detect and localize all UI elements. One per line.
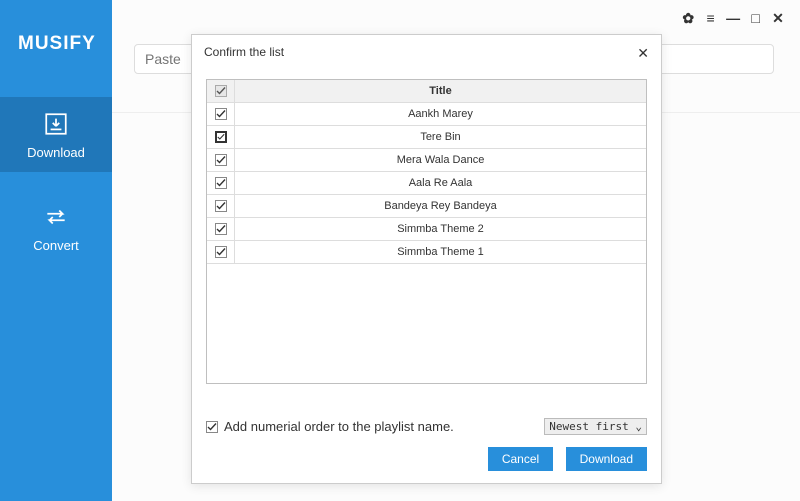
table-header-row: Title — [207, 80, 646, 103]
table-row: Bandeya Rey Bandeya — [207, 195, 646, 218]
row-checkbox[interactable] — [215, 108, 227, 120]
track-table: Title Aankh Marey Tere Bin Mera Wala Dance… — [206, 79, 647, 384]
table-row: Aala Re Aala — [207, 172, 646, 195]
select-all-checkbox[interactable] — [215, 85, 227, 97]
row-checkbox[interactable] — [215, 177, 227, 189]
sidebar-item-download[interactable]: Download — [0, 97, 112, 172]
close-window-icon[interactable]: ✕ — [770, 10, 786, 27]
chevron-down-icon: ⌄ — [635, 420, 642, 433]
dialog-footer: Add numerial order to the playlist name.… — [206, 418, 647, 435]
window-controls: ✿ ≡ — □ ✕ — [678, 10, 786, 28]
track-title: Simmba Theme 2 — [235, 223, 646, 235]
dialog-title: Confirm the list — [192, 35, 661, 62]
table-row: Aankh Marey — [207, 103, 646, 126]
sidebar: MUSIFY Download Convert — [0, 0, 112, 501]
app-logo: MUSIFY — [0, 0, 112, 55]
dialog-buttons: Cancel Download — [480, 447, 647, 471]
menu-icon[interactable]: ≡ — [703, 10, 719, 26]
settings-icon[interactable]: ✿ — [680, 10, 696, 27]
download-button[interactable]: Download — [566, 447, 647, 471]
row-checkbox[interactable] — [215, 154, 227, 166]
download-icon — [43, 111, 69, 137]
add-order-label: Add numerial order to the playlist name. — [224, 419, 454, 434]
row-checkbox[interactable] — [215, 246, 227, 258]
close-icon[interactable]: ✕ — [637, 45, 649, 62]
track-title: Tere Bin — [235, 131, 646, 143]
sidebar-download-label: Download — [27, 145, 85, 160]
maximize-icon[interactable]: □ — [748, 10, 764, 26]
confirm-list-dialog: Confirm the list ✕ Title Aankh Marey Tere… — [191, 34, 662, 484]
table-row: Simmba Theme 2 — [207, 218, 646, 241]
cancel-button[interactable]: Cancel — [488, 447, 553, 471]
add-order-checkbox[interactable] — [206, 421, 218, 433]
table-row: Tere Bin — [207, 126, 646, 149]
track-title: Mera Wala Dance — [235, 154, 646, 166]
sort-order-select[interactable]: Newest first ⌄ — [544, 418, 647, 435]
column-title: Title — [235, 85, 646, 97]
sidebar-item-convert[interactable]: Convert — [0, 190, 112, 265]
row-checkbox[interactable] — [215, 131, 227, 143]
table-row: Simmba Theme 1 — [207, 241, 646, 264]
row-checkbox[interactable] — [215, 200, 227, 212]
convert-icon — [43, 204, 69, 230]
minimize-icon[interactable]: — — [725, 10, 741, 26]
table-row: Mera Wala Dance — [207, 149, 646, 172]
track-title: Aankh Marey — [235, 108, 646, 120]
track-title: Simmba Theme 1 — [235, 246, 646, 258]
track-title: Aala Re Aala — [235, 177, 646, 189]
track-title: Bandeya Rey Bandeya — [235, 200, 646, 212]
row-checkbox[interactable] — [215, 223, 227, 235]
sidebar-convert-label: Convert — [33, 238, 79, 253]
